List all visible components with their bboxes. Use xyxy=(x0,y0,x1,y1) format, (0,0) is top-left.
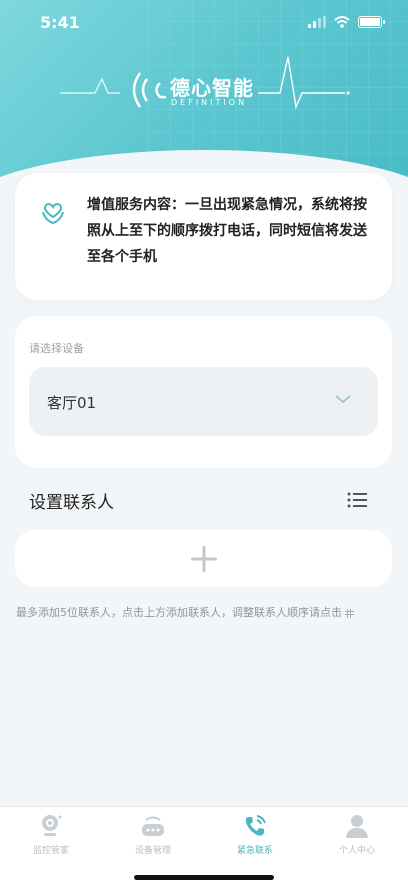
brand-subtitle: DEFINITION xyxy=(171,98,248,107)
device-icon xyxy=(142,816,164,836)
tab-emergency[interactable]: 紧急联系 xyxy=(204,813,306,863)
device-card: 请选择设备 客厅01 xyxy=(15,316,392,468)
list-order-icon[interactable] xyxy=(346,490,368,510)
service-info-text: 增值服务内容：一旦出现紧急情况，系统将按照从上至下的顺序拨打电话，同时短信将发送… xyxy=(87,197,367,265)
brand-logo: 德心智能 DEFINITION xyxy=(0,55,408,125)
chevron-down-icon xyxy=(335,395,351,404)
device-selected-value: 客厅01 xyxy=(47,394,97,412)
service-info-card: 增值服务内容：一旦出现紧急情况，系统将按照从上至下的顺序拨打电话，同时短信将发送… xyxy=(15,173,392,300)
user-icon xyxy=(346,815,368,838)
tab-monitor-label: 监控管家 xyxy=(32,846,69,856)
tab-devices[interactable]: 设备管理 xyxy=(102,813,204,863)
camera-icon xyxy=(42,815,62,836)
wifi-icon xyxy=(334,16,350,28)
status-time: 5:41 xyxy=(40,12,80,32)
tab-profile[interactable]: 个人中心 xyxy=(306,813,408,863)
device-select[interactable]: 客厅01 xyxy=(29,367,378,436)
heart-hands-icon xyxy=(42,203,64,225)
plus-icon xyxy=(191,546,217,572)
drag-handle-icon xyxy=(345,608,354,618)
brand-name: 德心智能 xyxy=(170,76,254,100)
device-label: 请选择设备 xyxy=(29,342,84,355)
tab-profile-label: 个人中心 xyxy=(338,846,375,856)
signal-icon xyxy=(308,16,326,28)
phone-icon xyxy=(245,815,266,836)
tab-monitor[interactable]: 监控管家 xyxy=(0,813,102,863)
status-bar: 5:41 xyxy=(0,0,408,44)
tab-emergency-label: 紧急联系 xyxy=(236,846,273,856)
battery-icon xyxy=(358,16,385,28)
home-indicator xyxy=(134,875,274,880)
add-contact-button[interactable] xyxy=(15,530,392,587)
status-icons xyxy=(308,16,385,28)
contacts-title: 设置联系人 xyxy=(29,493,114,513)
contacts-hint: 最多添加5位联系人，点击上方添加联系人，调整联系人顺序请点击 xyxy=(16,604,354,620)
tab-devices-label: 设备管理 xyxy=(134,846,171,856)
contacts-hint-text: 最多添加5位联系人，点击上方添加联系人，调整联系人顺序请点击 xyxy=(16,606,342,619)
